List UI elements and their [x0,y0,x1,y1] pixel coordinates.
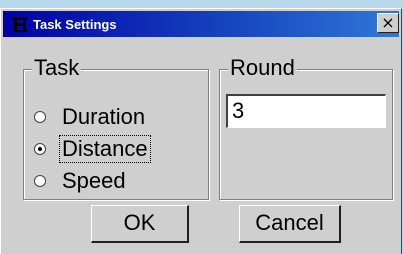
task-group-label: Task [32,55,82,80]
radio-circle-duration[interactable] [34,111,46,123]
window-title: Task Settings [33,17,117,32]
task-settings-dialog: Task Settings × Task Duration Distance S… [0,8,402,254]
cancel-button[interactable]: Cancel [239,205,341,243]
radio-speed[interactable]: Speed [34,166,128,196]
task-app-icon [12,17,28,32]
radio-label-distance[interactable]: Distance [59,135,151,163]
radio-circle-speed[interactable] [34,175,46,187]
round-groupbox: Round 3 [219,56,393,200]
title-bar: Task Settings × [3,11,399,37]
task-groupbox: Task Duration Distance Speed [23,56,209,200]
radio-label-duration[interactable]: Duration [60,104,147,130]
close-button[interactable]: × [377,13,399,33]
round-input[interactable]: 3 [226,94,386,128]
ok-button[interactable]: OK [91,205,189,243]
radio-label-speed[interactable]: Speed [60,168,128,194]
radio-distance[interactable]: Distance [34,134,151,164]
radio-circle-distance[interactable] [34,143,46,155]
radio-duration[interactable]: Duration [34,102,147,132]
round-group-label: Round [228,55,297,80]
close-icon: × [381,13,395,32]
